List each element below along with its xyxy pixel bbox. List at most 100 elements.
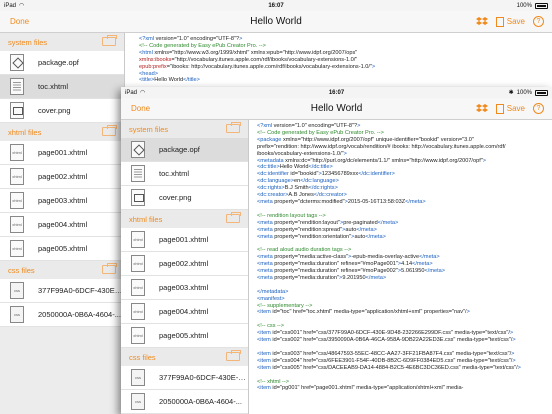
code-editor[interactable]: <?xml version="1.0" encoding="UTF-8"?> <!…	[253, 120, 552, 414]
code-line: <meta property="media:duration" refines=…	[257, 268, 446, 275]
battery-label: 100%	[516, 89, 532, 96]
save-label: Save	[506, 104, 525, 113]
css-file-icon: css	[131, 369, 145, 386]
code-line: <!-- Code generated by Easy ePub Creator…	[257, 129, 384, 136]
file-row[interactable]: cover.png	[0, 99, 124, 123]
file-name: 2050000A-0B6A-4604-...	[159, 397, 242, 406]
xhtml-file-icon: xhtml	[131, 327, 145, 344]
file-row[interactable]: xhtml page005.xhtml	[0, 237, 124, 261]
file-row[interactable]: xhtml page004.xhtml	[121, 300, 248, 324]
file-row[interactable]: cover.png	[121, 186, 248, 210]
file-row[interactable]: xhtml page001.xhtml	[121, 228, 248, 252]
file-row[interactable]: css 2050000A-0B6A-4604-...	[121, 390, 248, 414]
device-label: iPad	[125, 89, 138, 96]
file-row[interactable]: xhtml page002.xhtml	[121, 252, 248, 276]
file-row[interactable]: xhtml page003.xhtml	[121, 276, 248, 300]
save-button[interactable]: Save	[495, 103, 525, 114]
add-folder-icon[interactable]	[226, 122, 241, 133]
add-folder-icon[interactable]	[102, 125, 117, 136]
code-line: <dc:language>en</dc:language>	[257, 178, 339, 185]
wifi-icon: ◠	[140, 90, 146, 96]
section-css-files: css files	[121, 348, 248, 366]
toc-icon	[10, 78, 24, 95]
help-icon[interactable]: ?	[533, 103, 544, 114]
image-icon	[10, 102, 24, 119]
file-name: 377F99A0-6DCF-430E-9...	[159, 373, 248, 382]
file-row[interactable]: toc.xhtml	[0, 75, 124, 99]
done-button[interactable]: Done	[131, 104, 150, 113]
clock: 16:07	[328, 89, 345, 96]
done-button[interactable]: Done	[10, 17, 29, 26]
file-row[interactable]: toc.xhtml	[121, 162, 248, 186]
file-row[interactable]: css 377F99A0-6DCF-430E-9...	[0, 279, 124, 303]
css-file-icon: css	[10, 306, 24, 323]
file-name: 377F99A0-6DCF-430E-9...	[38, 286, 124, 295]
file-row[interactable]: package.opf	[121, 138, 248, 162]
code-line: ibooks/vocabulary-extensions-1.0/">	[257, 150, 347, 157]
save-button[interactable]: Save	[495, 16, 525, 27]
file-name: page002.xhtml	[38, 172, 88, 181]
file-row[interactable]: xhtml page004.xhtml	[0, 213, 124, 237]
code-line: <!-- supplementary -->	[257, 302, 313, 309]
file-name: page004.xhtml	[159, 307, 209, 316]
help-icon[interactable]: ?	[533, 16, 544, 27]
cube-icon	[131, 141, 145, 158]
save-document-icon	[495, 103, 504, 114]
code-line: <?xml version="1.0" encoding="UTF-8"?>	[257, 123, 361, 129]
code-line: <meta property="media:duration" refines=…	[257, 261, 433, 268]
file-name: 2050000A-0B6A-4604-...	[38, 310, 121, 319]
xhtml-file-icon: xhtml	[10, 216, 24, 233]
file-row[interactable]: css 377F99A0-6DCF-430E-9...	[121, 366, 248, 390]
file-row[interactable]: xhtml page005.xhtml	[121, 324, 248, 348]
navigation-bar: Done Hello World Save ?	[121, 98, 552, 120]
file-name: page003.xhtml	[38, 196, 88, 205]
foreground-screen: iPad ◠ 16:07 ✱ 100% Done Hello World Save …	[121, 87, 552, 414]
file-row[interactable]: css 2050000A-0B6A-4604-...	[0, 303, 124, 327]
file-name: cover.png	[159, 193, 192, 202]
code-line: <html xmlns="http://www.w3.org/1999/xhtm…	[139, 49, 358, 56]
code-line: <manifest>	[257, 295, 285, 302]
file-name: package.opf	[38, 58, 79, 67]
code-line: <item id="css001" href="css/377F99A0-6DC…	[257, 330, 514, 337]
image-icon	[131, 189, 145, 206]
status-bar: iPad ◠ 16:07 100%	[0, 0, 552, 11]
toc-icon	[131, 165, 145, 182]
dropbox-icon[interactable]	[475, 103, 488, 114]
add-folder-icon[interactable]	[102, 263, 117, 274]
xhtml-file-icon: xhtml	[10, 168, 24, 185]
file-sidebar: system files package.opf toc.xhtml cover…	[0, 33, 125, 414]
code-line: <dc:title>Hello World</dc:title>	[257, 164, 333, 171]
file-sidebar: system files package.opf toc.xhtml cover…	[121, 120, 249, 414]
battery-label: 100%	[516, 2, 532, 9]
save-document-icon	[495, 16, 504, 27]
add-folder-icon[interactable]	[226, 350, 241, 361]
file-row[interactable]: package.opf	[0, 51, 124, 75]
code-line: <metadata xmlns:dc="http://purl.org/dc/e…	[257, 157, 487, 164]
file-name: cover.png	[38, 106, 71, 115]
file-row[interactable]: xhtml page002.xhtml	[0, 165, 124, 189]
code-line: <item id="css004" href="css/6FEE3901-F54…	[257, 357, 516, 364]
file-row[interactable]: xhtml page001.xhtml	[0, 141, 124, 165]
add-folder-icon[interactable]	[226, 212, 241, 223]
xhtml-file-icon: xhtml	[131, 231, 145, 248]
code-line: <head>	[139, 70, 158, 77]
css-file-icon: css	[131, 393, 145, 410]
dropbox-icon[interactable]	[475, 16, 488, 27]
section-label: xhtml files	[129, 214, 163, 224]
code-line: <!-- rendition layout tags -->	[257, 212, 326, 219]
file-row[interactable]: xhtml page003.xhtml	[0, 189, 124, 213]
cube-icon	[10, 54, 24, 71]
device-label: iPad	[4, 2, 17, 9]
add-folder-icon[interactable]	[102, 35, 117, 46]
code-line: <title>Hello World</title>	[139, 77, 200, 84]
nav-actions: Save ?	[475, 16, 544, 27]
file-name: package.opf	[159, 145, 200, 154]
section-system-files: system files	[121, 120, 248, 138]
code-line: <!-- css -->	[257, 323, 285, 330]
xhtml-file-icon: xhtml	[10, 240, 24, 257]
section-label: xhtml files	[8, 127, 42, 137]
code-line: <item id="toc" href="toc.xhtml" media-ty…	[257, 309, 470, 316]
